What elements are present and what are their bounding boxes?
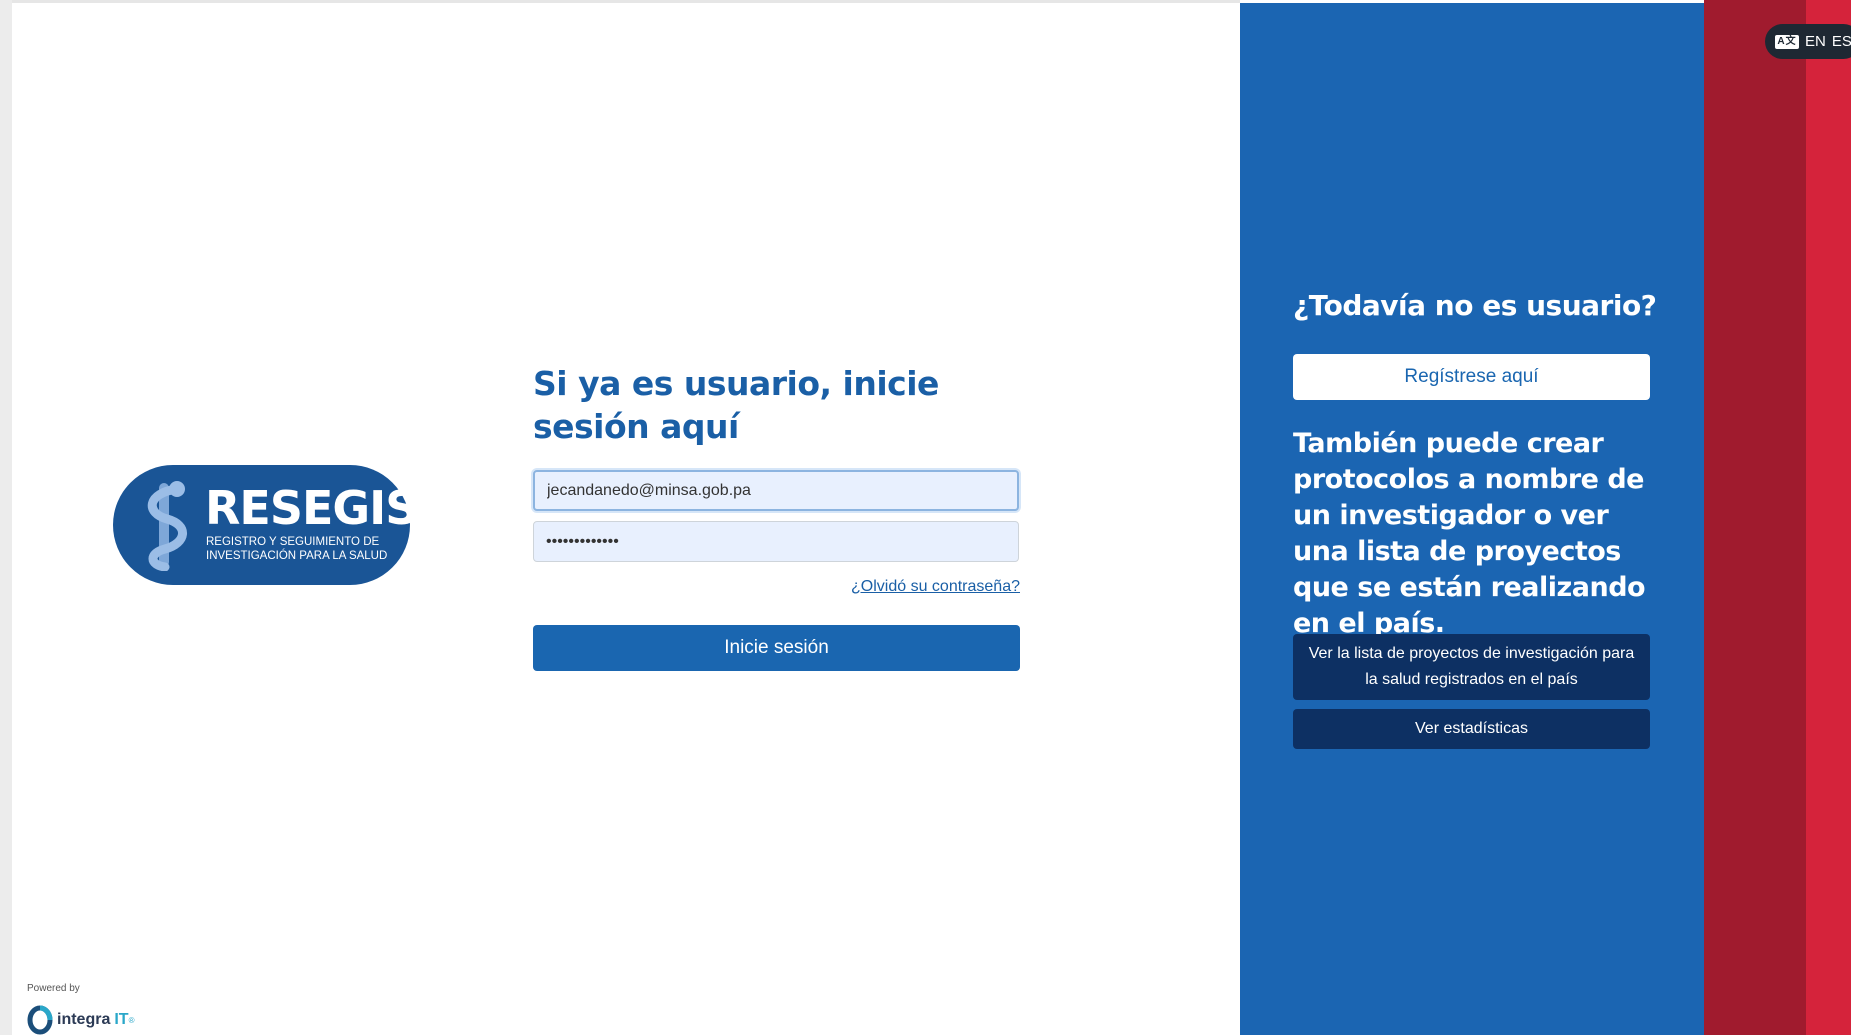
password-field[interactable]: [533, 521, 1019, 562]
lang-option-es[interactable]: ES: [1832, 33, 1851, 50]
integra-name: integra: [57, 1011, 111, 1028]
view-projects-button[interactable]: Ver la lista de proyectos de investigaci…: [1293, 634, 1650, 700]
email-field[interactable]: [533, 470, 1019, 511]
left-edge-strip: [0, 0, 12, 1035]
logo-subtitle-line1: REGISTRO Y SEGUIMIENTO DE: [206, 536, 380, 548]
logo-subtitle: REGISTRO Y SEGUIMIENTO DE INVESTIGACIÓN …: [206, 535, 406, 563]
logo-subtitle-line2: INVESTIGACIÓN PARA LA SALUD: [206, 550, 388, 562]
resegis-logo: RESEGIS REGISTRO Y SEGUIMIENTO DE INVEST…: [113, 465, 418, 585]
login-title: Si ya es usuario, inicie sesión aquí: [533, 364, 939, 446]
register-button[interactable]: Regístrese aquí: [1293, 354, 1650, 400]
registered-mark: ®: [128, 1015, 135, 1025]
integra-logo: integra IT ®: [27, 1005, 134, 1035]
language-switcher[interactable]: A文 EN ES: [1765, 24, 1851, 59]
decorative-red-band: [1704, 0, 1806, 1035]
view-statistics-button[interactable]: Ver estadísticas: [1293, 709, 1650, 749]
login-button[interactable]: Inicie sesión: [533, 625, 1020, 671]
integra-it: IT: [114, 1011, 129, 1028]
translate-icon: A文: [1775, 34, 1799, 49]
caduceus-icon: [147, 481, 187, 571]
logo-title: RESEGIS: [205, 481, 418, 535]
decorative-red-band-light: [1806, 0, 1851, 1035]
signup-title: ¿Todavía no es usuario?: [1293, 289, 1657, 322]
forgot-password-link[interactable]: ¿Olvidó su contraseña?: [800, 578, 1020, 596]
also-text: También puede crear protocolos a nombre …: [1293, 428, 1646, 639]
integra-ring-icon: [27, 1005, 53, 1035]
powered-by-label: Powered by: [27, 983, 80, 994]
top-edge-strip: [12, 0, 1240, 3]
lang-option-en[interactable]: EN: [1805, 33, 1826, 50]
